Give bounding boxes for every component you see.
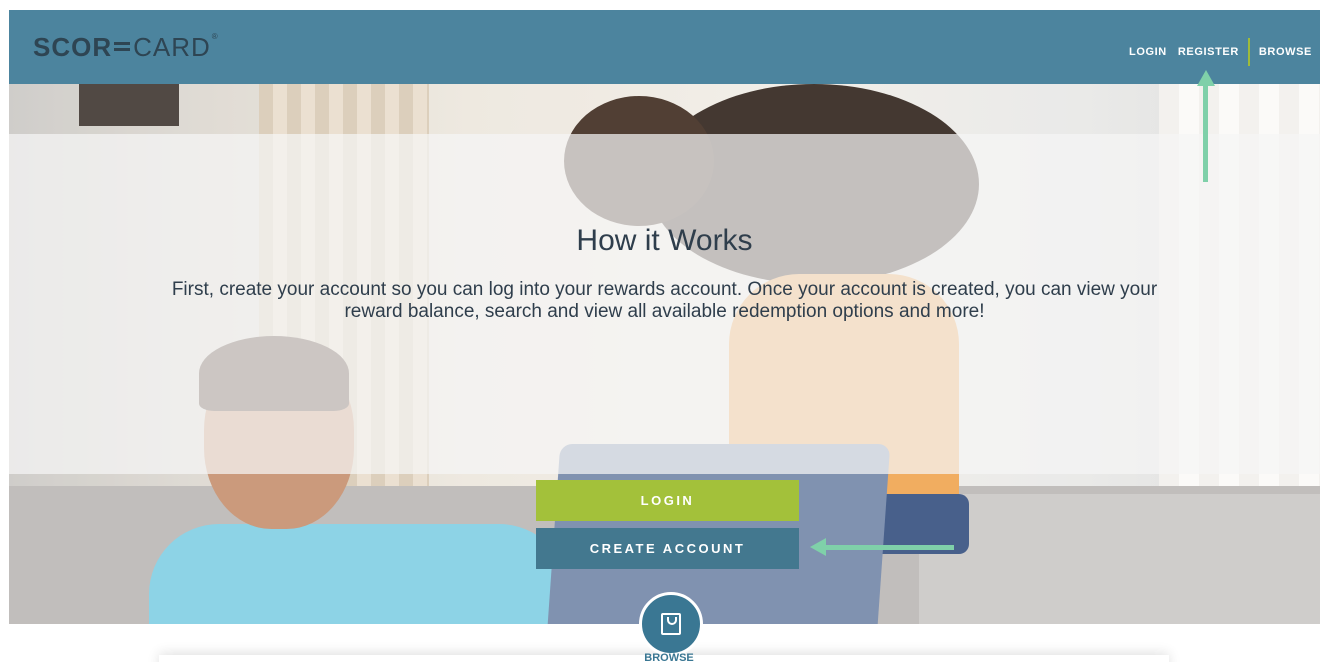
nav-register-link[interactable]: REGISTER	[1178, 46, 1239, 58]
annotation-arrow-left	[824, 545, 954, 550]
hero-description: First, create your account so you can lo…	[171, 279, 1158, 322]
logo-equals-mark	[114, 37, 132, 55]
scorecard-logo[interactable]: SCOR CARD®	[33, 32, 219, 63]
hero-section: How it Works First, create your account …	[9, 84, 1320, 624]
page: SCOR CARD® LOGIN REGISTER BROWSE How it W…	[9, 10, 1320, 662]
nav-browse-link[interactable]: BROWSE	[1259, 46, 1312, 58]
logo-text-score: SCOR	[33, 32, 113, 62]
browse-label[interactable]: BROWSE	[629, 652, 709, 662]
nav-divider	[1247, 38, 1250, 66]
site-header: SCOR CARD® LOGIN REGISTER BROWSE	[9, 10, 1320, 84]
annotation-arrow-up	[1203, 82, 1208, 182]
nav-login-link[interactable]: LOGIN	[1129, 46, 1167, 58]
logo-trademark: ®	[211, 32, 219, 41]
shopping-bag-icon	[661, 613, 681, 635]
hero-title: How it Works	[576, 224, 753, 257]
login-button[interactable]: LOGIN	[536, 480, 799, 521]
logo-text-card: CARD	[133, 32, 211, 62]
top-nav: LOGIN REGISTER BROWSE	[1129, 38, 1312, 66]
create-account-button[interactable]: CREATE ACCOUNT	[536, 528, 799, 569]
browse-button[interactable]	[639, 592, 703, 656]
